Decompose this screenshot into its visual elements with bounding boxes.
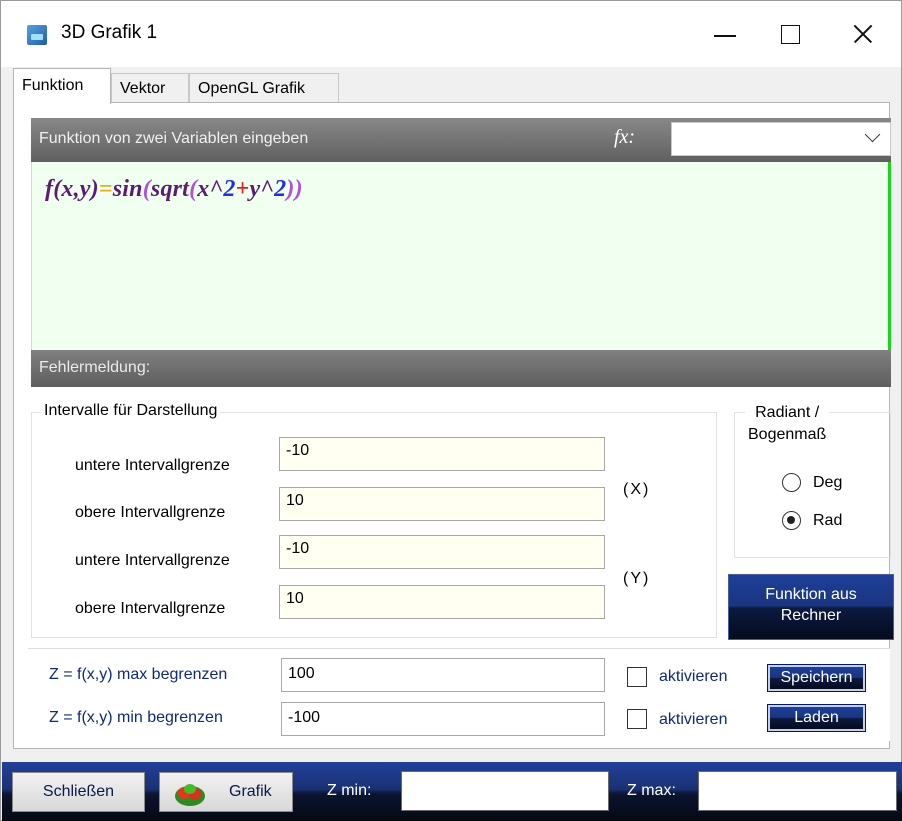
formula-sin: sin: [112, 176, 143, 202]
x-upper-input[interactable]: 10: [279, 487, 605, 521]
function-header-bar: Funktion von zwei Variablen eingeben fx:: [31, 118, 891, 162]
formula-y-power: y^: [249, 176, 275, 202]
fx-label: fx:: [614, 126, 636, 148]
graph-button-label: Grafik: [229, 783, 272, 800]
z-min-activate-label: aktivieren: [659, 711, 728, 728]
deg-radio[interactable]: [782, 473, 801, 492]
calc-button-line2: Rechner: [780, 607, 842, 624]
z-max-activate-checkbox[interactable]: [627, 667, 647, 687]
z-max-activate-label: aktivieren: [659, 668, 728, 685]
z-max-readout-label: Z max:: [627, 782, 676, 799]
error-message-label: Fehlermeldung:: [39, 359, 151, 376]
formula-x-power: x^: [197, 176, 224, 202]
title-bar: 3D Grafik 1: [1, 1, 901, 67]
graph-plant-icon: [175, 784, 205, 806]
interval-group-legend: Intervalle für Darstellung: [41, 402, 221, 420]
calc-button-line1: Funktion aus: [765, 586, 857, 603]
angle-mode-legend-line1: Radiant /: [755, 404, 820, 421]
y-lower-input[interactable]: -10: [279, 535, 605, 569]
formula-exponent-1: 2: [223, 176, 236, 202]
formula-lhs: f(x,y): [45, 176, 99, 202]
window-title: 3D Grafik 1: [61, 22, 158, 43]
formula-equals: =: [98, 176, 113, 202]
z-min-readout-label: Z min:: [327, 782, 372, 799]
save-button[interactable]: Speichern: [767, 664, 866, 692]
close-icon[interactable]: [843, 11, 902, 57]
y-upper-label: obere Intervallgrenze: [75, 600, 226, 617]
tab-opengl-grafik[interactable]: OpenGL Grafik: [189, 73, 339, 103]
formula-paren-open-1: (: [142, 176, 151, 202]
formula-paren-close: )): [286, 176, 303, 202]
bottom-toolbar: Schließen Grafik Z min: Z max:: [2, 762, 902, 821]
angle-mode-legend-line2: Bogenmaß: [748, 426, 827, 443]
tab-funktion[interactable]: Funktion: [13, 68, 111, 104]
rad-label: Rad: [813, 512, 843, 529]
z-max-input[interactable]: 100: [281, 658, 605, 692]
fx-function-select[interactable]: [671, 122, 891, 156]
function-header-label: Funktion von zwei Variablen eingeben: [39, 130, 309, 147]
x-lower-label: untere Intervallgrenze: [75, 457, 230, 474]
z-max-readout: [698, 771, 897, 811]
load-button[interactable]: Laden: [767, 704, 866, 732]
z-min-readout: [401, 771, 609, 811]
x-upper-label: obere Intervallgrenze: [75, 504, 226, 521]
app-3d-icon: [27, 25, 47, 45]
y-lower-label: untere Intervallgrenze: [75, 552, 230, 569]
formula-sqrt: sqrt: [150, 176, 190, 202]
function-from-calculator-button[interactable]: Funktion aus Rechner: [728, 574, 894, 640]
error-message-bar: Fehlermeldung:: [31, 350, 891, 387]
deg-label: Deg: [813, 474, 843, 491]
angle-mode-legend: Radiant / Bogenmaß: [745, 402, 830, 446]
close-button[interactable]: Schließen: [12, 772, 145, 812]
z-min-activate-checkbox[interactable]: [627, 709, 647, 729]
main-window: 3D Grafik 1 Funktion Vektor OpenGL Grafi…: [0, 0, 902, 821]
y-upper-input[interactable]: 10: [279, 585, 605, 619]
graph-button[interactable]: Grafik: [159, 772, 293, 812]
z-min-input[interactable]: -100: [281, 702, 605, 736]
z-min-label: Z = f(x,y) min begrenzen: [49, 709, 223, 726]
rad-radio[interactable]: [782, 511, 801, 530]
tab-vektor[interactable]: Vektor: [111, 73, 189, 103]
formula-plus: +: [235, 176, 250, 202]
formula-text: f(x,y)=sin(sqrt(x^2+y^2)): [45, 176, 303, 203]
formula-exponent-2: 2: [274, 176, 287, 202]
chevron-down-icon: [864, 126, 881, 143]
x-axis-label: (X): [623, 481, 651, 498]
close-button-label: Schließen: [42, 783, 115, 800]
minimize-icon[interactable]: [696, 11, 756, 57]
formula-editor[interactable]: f(x,y)=sin(sqrt(x^2+y^2)): [31, 162, 891, 350]
y-axis-label: (Y): [623, 570, 651, 587]
x-lower-input[interactable]: -10: [279, 437, 605, 471]
maximize-icon[interactable]: [761, 11, 821, 57]
z-max-label: Z = f(x,y) max begrenzen: [49, 666, 228, 683]
